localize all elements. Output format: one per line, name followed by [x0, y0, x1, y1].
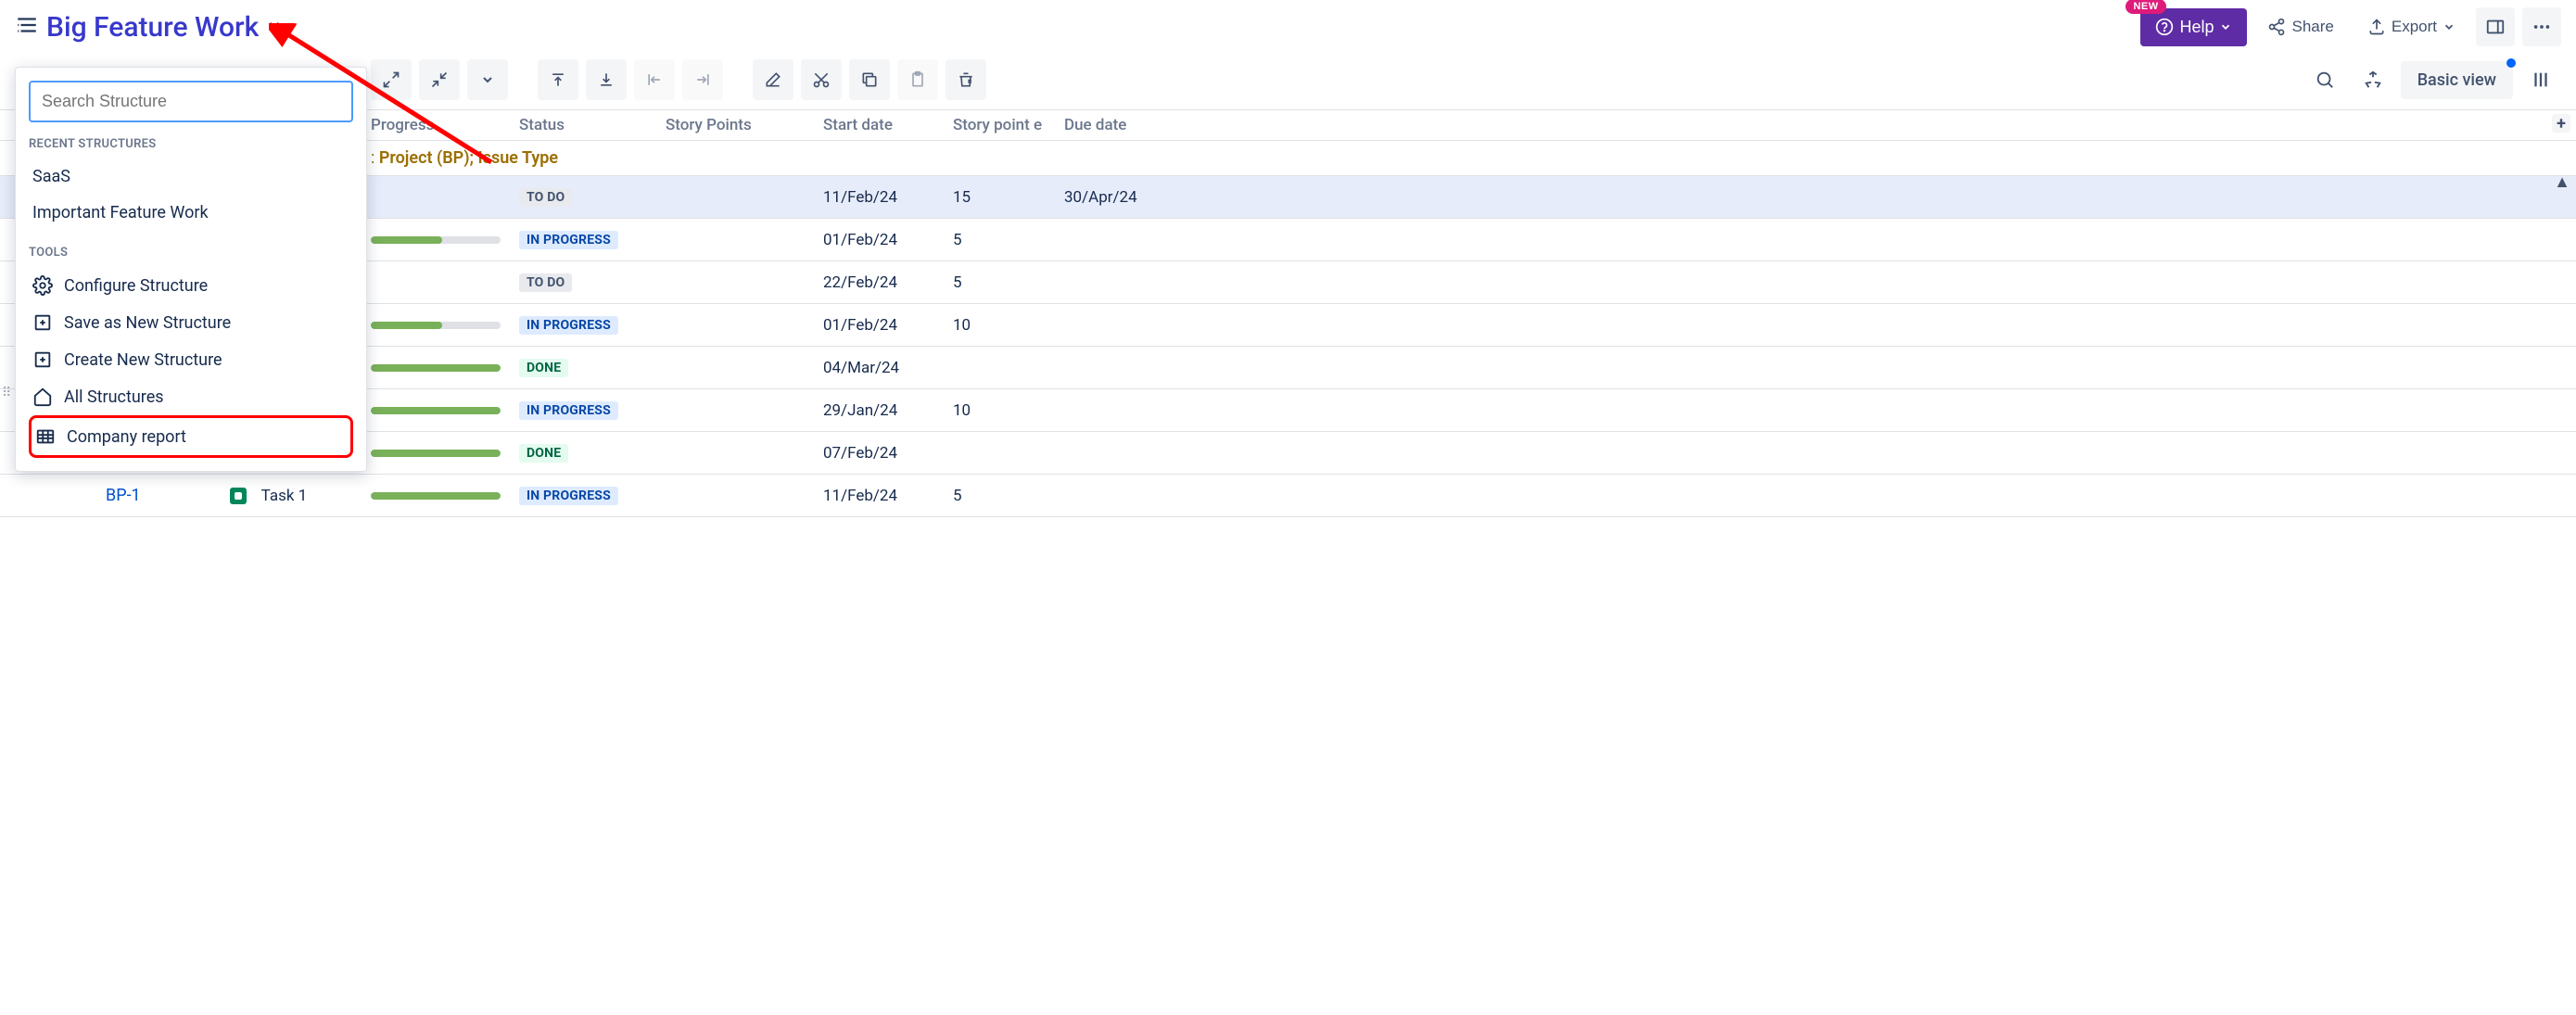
status-badge[interactable]: IN PROGRESS: [519, 231, 618, 249]
view-switcher[interactable]: Basic view: [2401, 61, 2513, 99]
table-row[interactable]: DONE 07/Feb/24: [0, 432, 2576, 475]
story-point-cell: 10: [953, 401, 1064, 420]
story-point-cell: 15: [953, 188, 1064, 207]
save-icon: [32, 312, 53, 333]
story-point-cell: 10: [953, 316, 1064, 335]
plus-square-icon: [32, 349, 53, 370]
tool-company-report[interactable]: Company report: [29, 415, 353, 458]
table-row[interactable]: IN PROGRESS 29/Jan/2410: [0, 389, 2576, 432]
tool-configure[interactable]: Configure Structure: [29, 267, 353, 304]
scroll-up-icon[interactable]: ▲: [2554, 172, 2570, 192]
cut-icon[interactable]: [801, 59, 842, 100]
panel-toggle-button[interactable]: [2476, 7, 2515, 46]
share-button[interactable]: Share: [2254, 10, 2346, 44]
status-badge[interactable]: DONE: [519, 359, 568, 377]
new-badge: NEW: [2126, 0, 2165, 14]
start-date-cell: 22/Feb/24: [823, 273, 953, 292]
status-badge[interactable]: TO DO: [519, 188, 572, 207]
structure-title[interactable]: Big Feature Work: [15, 11, 283, 44]
tool-save-as[interactable]: Save as New Structure: [29, 304, 353, 341]
group-row[interactable]: : Project (BP); Issue Type ▲: [0, 141, 2576, 176]
table-row[interactable]: IN PROGRESS 01/Feb/245: [0, 219, 2576, 261]
transform-icon[interactable]: [2353, 59, 2393, 100]
col-progress[interactable]: Progress: [371, 116, 519, 134]
progress-bar: [371, 407, 501, 414]
col-storypoints[interactable]: Story Points: [666, 116, 823, 134]
start-date-cell: 01/Feb/24: [823, 316, 953, 335]
search-input[interactable]: [29, 81, 353, 122]
columns-icon[interactable]: [2520, 59, 2561, 100]
gear-icon: [32, 275, 53, 296]
move-up-icon[interactable]: [538, 59, 578, 100]
search-icon[interactable]: [2304, 59, 2345, 100]
table-row[interactable]: BP-1 Task 1 IN PROGRESS 11/Feb/245: [0, 475, 2576, 517]
status-badge[interactable]: IN PROGRESS: [519, 487, 618, 505]
export-button[interactable]: Export: [2354, 10, 2468, 44]
copy-icon[interactable]: [849, 59, 890, 100]
notification-dot: [2506, 58, 2516, 68]
chevron-down-icon: [266, 17, 283, 37]
progress-bar: [371, 450, 501, 457]
col-startdate[interactable]: Start date: [823, 116, 953, 134]
tool-all-structures[interactable]: All Structures: [29, 378, 353, 415]
structure-icon: [15, 13, 39, 41]
help-label: Help: [2179, 18, 2214, 37]
delete-icon[interactable]: [945, 59, 986, 100]
collapse-icon[interactable]: [419, 59, 460, 100]
story-point-cell: 5: [953, 231, 1064, 249]
recent-item-important[interactable]: Important Feature Work: [29, 195, 353, 231]
chevron-down-icon[interactable]: [467, 59, 508, 100]
recent-section-label: RECENT STRUCTURES: [29, 137, 353, 151]
progress-bar: [371, 492, 501, 500]
table-row[interactable]: TO DO 11/Feb/241530/Apr/24: [0, 176, 2576, 219]
structure-dropdown: RECENT STRUCTURES SaaS Important Feature…: [15, 67, 367, 472]
paste-icon[interactable]: [897, 59, 938, 100]
issue-key-link[interactable]: BP-1: [106, 486, 141, 505]
start-date-cell: 04/Mar/24: [823, 359, 953, 377]
story-point-cell: 5: [953, 273, 1064, 292]
start-date-cell: 01/Feb/24: [823, 231, 953, 249]
col-status[interactable]: Status: [519, 116, 666, 134]
due-date-cell: 30/Apr/24: [1064, 188, 1175, 207]
tool-create-new[interactable]: Create New Structure: [29, 341, 353, 378]
export-label: Export: [2392, 18, 2437, 36]
more-button[interactable]: [2522, 7, 2561, 46]
help-button[interactable]: NEW Help: [2140, 8, 2247, 46]
story-point-cell: 5: [953, 487, 1064, 505]
edit-icon[interactable]: [753, 59, 793, 100]
outdent-icon[interactable]: [634, 59, 675, 100]
tools-section-label: TOOLS: [29, 246, 353, 260]
recent-item-saas[interactable]: SaaS: [29, 159, 353, 195]
progress-bar: [371, 236, 501, 244]
view-label: Basic view: [2417, 70, 2496, 90]
table-row[interactable]: IN PROGRESS 01/Feb/2410: [0, 304, 2576, 347]
home-icon: [32, 387, 53, 407]
status-badge[interactable]: TO DO: [519, 273, 572, 292]
table-header: Progress Status Story Points Start date …: [0, 109, 2576, 141]
start-date-cell: 11/Feb/24: [823, 487, 953, 505]
table-icon: [35, 426, 56, 447]
table-row[interactable]: TO DO 22/Feb/245: [0, 261, 2576, 304]
col-storypointest[interactable]: Story point e: [953, 116, 1064, 134]
table-row[interactable]: DONE 04/Mar/24: [0, 347, 2576, 389]
expand-icon[interactable]: [371, 59, 412, 100]
drag-handle-icon[interactable]: ⠿: [0, 384, 15, 402]
add-column-button[interactable]: +: [2552, 114, 2570, 133]
title-text: Big Feature Work: [46, 11, 259, 44]
issue-summary: Task 1: [261, 487, 308, 505]
share-label: Share: [2291, 18, 2333, 36]
status-badge[interactable]: IN PROGRESS: [519, 401, 618, 420]
start-date-cell: 29/Jan/24: [823, 401, 953, 420]
move-down-icon[interactable]: [586, 59, 627, 100]
indent-icon[interactable]: [682, 59, 723, 100]
status-badge[interactable]: IN PROGRESS: [519, 316, 618, 335]
col-duedate[interactable]: Due date: [1064, 116, 1175, 134]
status-badge[interactable]: DONE: [519, 444, 568, 463]
progress-bar: [371, 322, 501, 329]
task-type-icon: [230, 488, 247, 504]
progress-bar: [371, 364, 501, 372]
start-date-cell: 11/Feb/24: [823, 188, 953, 207]
start-date-cell: 07/Feb/24: [823, 444, 953, 463]
